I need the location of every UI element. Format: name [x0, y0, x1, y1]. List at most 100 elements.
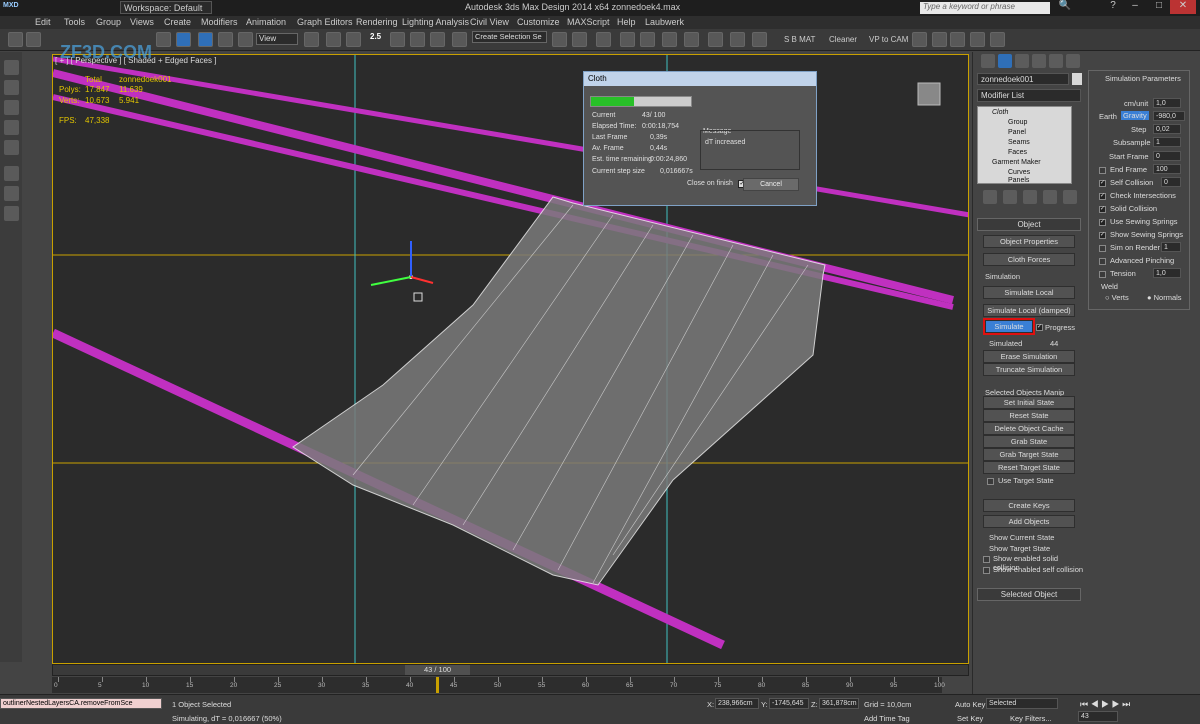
maxscript-listener-field[interactable]: outlinerNestedLayersCA.removeFromSce [0, 698, 162, 709]
minimize-button[interactable]: – [1122, 0, 1148, 14]
configure-sets-icon[interactable] [1063, 190, 1077, 204]
rendered-frame-icon[interactable] [730, 32, 745, 47]
show-solid-collision-checkbox[interactable] [983, 556, 990, 563]
menu-animation[interactable]: Animation [246, 17, 286, 27]
create-keys-button[interactable]: Create Keys [983, 499, 1075, 512]
z-coord-field[interactable]: 361,878cm [819, 698, 859, 709]
tension-checkbox[interactable] [1099, 271, 1106, 278]
menu-help[interactable]: Help [617, 17, 636, 27]
sphere-icon[interactable] [932, 32, 947, 47]
simulate-button[interactable]: Simulate [983, 318, 1035, 335]
cm-unit-field[interactable]: 1,0 [1153, 98, 1181, 108]
pin-stack-icon[interactable] [983, 190, 997, 204]
modifier-stack[interactable]: Cloth Group Panel Seams Faces Garment Ma… [977, 106, 1072, 184]
tool-icon-8[interactable] [4, 206, 19, 221]
x-coord-field[interactable]: 238,966cm [715, 698, 759, 709]
menu-rendering[interactable]: Rendering [356, 17, 398, 27]
object-name-field[interactable]: zonnedoek001 [977, 73, 1069, 85]
selected-object-rollout[interactable]: Selected Object [977, 588, 1081, 601]
stack-item-panel[interactable]: Panel [1008, 129, 1026, 136]
selection-set-dropdown[interactable]: Create Selection Se [472, 31, 547, 43]
end-frame-field[interactable]: 100 [1153, 164, 1181, 174]
workspace-dropdown[interactable]: Workspace: Default [120, 1, 212, 14]
menu-maxscript[interactable]: MAXScript [567, 17, 610, 27]
menu-edit[interactable]: Edit [35, 17, 51, 27]
menu-group[interactable]: Group [96, 17, 121, 27]
gravity-button[interactable]: Gravity [1121, 111, 1149, 120]
cleaner-button[interactable]: Cleaner [829, 35, 857, 44]
simulate-local-button[interactable]: Simulate Local [983, 286, 1075, 299]
edit-named-sets-icon[interactable] [452, 32, 467, 47]
select-icon[interactable] [156, 32, 171, 47]
menu-tools[interactable]: Tools [64, 17, 85, 27]
advanced-pinching-checkbox[interactable] [1099, 258, 1106, 265]
solid-collision-checkbox[interactable] [1099, 205, 1106, 213]
delete-object-cache-button[interactable]: Delete Object Cache [983, 422, 1075, 435]
simulate-local-damped-button[interactable]: Simulate Local (damped) [983, 304, 1075, 317]
weld-normals-radio[interactable]: ● Normals [1147, 293, 1182, 302]
menu-customize[interactable]: Customize [517, 17, 560, 27]
gravity-field[interactable]: -980,0 [1153, 111, 1185, 121]
render-setup-icon[interactable] [708, 32, 723, 47]
y-coord-field[interactable]: -1745,645 [769, 698, 809, 709]
utilities-tab-icon[interactable] [1066, 54, 1080, 68]
check-intersections-checkbox[interactable] [1099, 192, 1106, 200]
select-manipulate-icon[interactable] [326, 32, 341, 47]
mirror-icon[interactable] [552, 32, 567, 47]
progress-checkbox[interactable] [1036, 323, 1043, 331]
keyboard-shortcut-icon[interactable] [346, 32, 361, 47]
view-dropdown[interactable]: View [256, 33, 298, 45]
self-collision-checkbox[interactable] [1099, 179, 1106, 187]
play-controls[interactable]: ⏮ ◀ ▶ ▶ ⏭ [1080, 699, 1130, 710]
stack-item-cloth[interactable]: Cloth [992, 109, 1008, 116]
make-unique-icon[interactable] [1023, 190, 1037, 204]
stack-item-faces[interactable]: Faces [1008, 149, 1027, 156]
current-frame-field[interactable]: 43 [1078, 711, 1118, 722]
stack-item-garment-maker[interactable]: Garment Maker [992, 159, 1041, 166]
show-sewing-springs-checkbox[interactable] [1099, 231, 1106, 239]
show-target-state-label[interactable]: Show Target State [989, 544, 1050, 553]
weld-verts-radio[interactable]: ○ Verts [1105, 293, 1129, 302]
spinner-snap-icon[interactable] [430, 32, 445, 47]
erase-simulation-button[interactable]: Erase Simulation [983, 350, 1075, 363]
undo-icon[interactable] [8, 32, 23, 47]
self-collision-field[interactable]: 0 [1161, 177, 1181, 187]
object-properties-button[interactable]: Object Properties [983, 235, 1075, 248]
grab-state-button[interactable]: Grab State [983, 435, 1075, 448]
stack-item-seams[interactable]: Seams [1008, 139, 1030, 146]
step-field[interactable]: 0,02 [1153, 124, 1181, 134]
truncate-simulation-button[interactable]: Truncate Simulation [983, 363, 1075, 376]
menu-laubwerk[interactable]: Laubwerk [645, 17, 684, 27]
link-icon[interactable] [26, 32, 41, 47]
object-color-swatch[interactable] [1072, 73, 1082, 85]
menu-civil-view[interactable]: Civil View [470, 17, 509, 27]
key-filters-button[interactable]: Key Filters... [1010, 714, 1052, 723]
modify-tab-icon[interactable] [998, 54, 1012, 68]
schematic-view-icon[interactable] [662, 32, 677, 47]
sim-on-render-checkbox[interactable] [1099, 245, 1106, 252]
material-editor-icon[interactable] [684, 32, 699, 47]
create-tab-icon[interactable] [981, 54, 995, 68]
search-input[interactable]: Type a keyword or phrase [920, 2, 1050, 14]
motion-tab-icon[interactable] [1032, 54, 1046, 68]
tool-icon-6[interactable] [4, 166, 19, 181]
menu-create[interactable]: Create [164, 17, 191, 27]
close-button[interactable]: ✕ [1170, 0, 1196, 14]
tool-icon-2[interactable] [4, 80, 19, 95]
object-rollout[interactable]: Object [977, 218, 1081, 231]
menu-graph-editors[interactable]: Graph Editors [297, 17, 353, 27]
use-target-state-checkbox[interactable] [987, 478, 994, 485]
snap-toggle[interactable]: 2.5 [370, 32, 381, 41]
tile-icon[interactable] [990, 32, 1005, 47]
time-slider[interactable]: 43 / 100 [52, 664, 969, 676]
pivot-icon[interactable] [304, 32, 319, 47]
use-sewing-springs-checkbox[interactable] [1099, 218, 1106, 226]
auto-key-button[interactable]: Auto Key [955, 700, 985, 709]
modifier-list-dropdown[interactable]: Modifier List [977, 89, 1081, 102]
tshirt-icon[interactable] [4, 100, 19, 115]
show-current-state-label[interactable]: Show Current State [989, 533, 1054, 542]
tool-icon-7[interactable] [4, 186, 19, 201]
key-mode-dropdown[interactable]: Selected [986, 698, 1058, 709]
add-objects-button[interactable]: Add Objects [983, 515, 1075, 528]
cancel-button[interactable]: Cancel [743, 178, 799, 191]
